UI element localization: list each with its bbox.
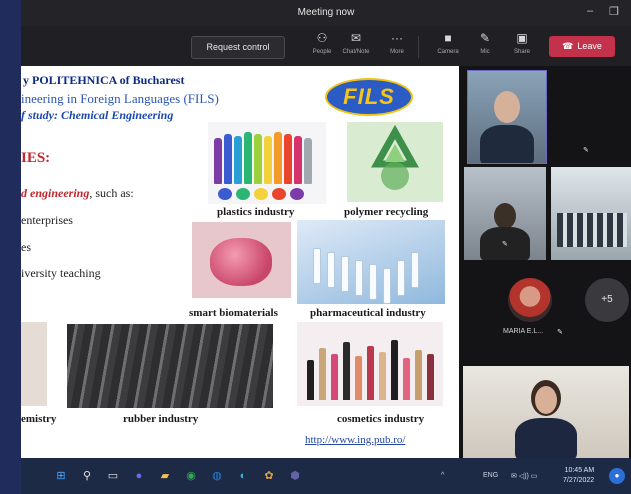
recycling-image	[347, 122, 443, 202]
caption-pharma: pharmaceutical industry	[310, 307, 426, 319]
tray-chevron-icon[interactable]: ^	[441, 472, 444, 479]
toolbar-divider	[418, 36, 419, 58]
notification-icon[interactable]: ●	[609, 468, 625, 484]
camera-button[interactable]: ■ Camera	[431, 30, 465, 64]
file-explorer-icon[interactable]: ▰	[157, 468, 173, 484]
chat-icon: ✉	[350, 31, 362, 45]
participants-panel: ✎ ✎ +5 MARIA E.L... ✎	[459, 66, 631, 458]
pharma-image	[297, 220, 445, 304]
teams-window: Meeting now – ❐ Request control ⚇ People…	[21, 0, 631, 494]
participant-video-tile[interactable]	[467, 70, 547, 164]
tray-status-icons[interactable]: ✉ ◁)) ▭	[511, 472, 537, 480]
mic-icon: ✎	[583, 147, 589, 154]
mic-icon: ✎	[479, 31, 491, 45]
browser-icon[interactable]: ◉	[183, 468, 199, 484]
slide-university: y POLITEHNICA of Bucharest	[23, 73, 185, 87]
chemistry-image	[21, 322, 47, 406]
chat-button[interactable]: ✉ Chat/Note	[339, 30, 373, 64]
caption-rubber: rubber industry	[123, 413, 199, 425]
cosmetics-image	[297, 322, 443, 406]
camera-icon: ■	[444, 31, 452, 45]
shared-presentation: y POLITEHNICA of Bucharest ineering in F…	[21, 66, 459, 458]
plastics-image	[208, 122, 326, 204]
fils-logo: FILS	[325, 78, 413, 116]
more-button[interactable]: ··· More	[380, 30, 414, 64]
taskbar: ⊞ ⚲ ▭ ● ▰ ◉ ◍ ◐ ✿ ⬢ ^ ENG ✉ ◁)) ▭ 10:45 …	[21, 458, 631, 494]
mic-icon: ✎	[502, 241, 508, 248]
biomaterials-image	[192, 222, 291, 298]
slide-field: f study: Chemical Engineering	[21, 108, 174, 122]
restore-icon[interactable]: ❐	[609, 5, 619, 18]
search-icon[interactable]: ⚲	[79, 468, 95, 484]
phone-hangup-icon: ☎	[562, 41, 574, 51]
rubber-image	[67, 324, 273, 408]
teams-icon[interactable]: ⬢	[287, 468, 303, 484]
mic-button[interactable]: ✎ Mic	[468, 30, 502, 64]
slide-item: enterprises	[21, 213, 73, 227]
caption-biomaterials: smart biomaterials	[189, 307, 278, 319]
more-icon: ···	[391, 31, 403, 45]
slide-faculty: ineering in Foreign Languages (FILS)	[21, 91, 219, 106]
slide-intro: d engineering, such as:	[21, 186, 134, 200]
slide-url-link[interactable]: http://www.ing.pub.ro/	[305, 434, 405, 446]
people-icon: ⚇	[316, 31, 328, 45]
people-button[interactable]: ⚇ People	[305, 30, 339, 64]
caption-plastics: plastics industry	[217, 206, 295, 218]
start-icon[interactable]: ⊞	[53, 468, 69, 484]
participant-video-tile[interactable]	[551, 167, 631, 260]
request-control-button[interactable]: Request control	[191, 36, 285, 59]
language-indicator[interactable]: ENG	[483, 472, 498, 479]
paint-icon[interactable]: ✿	[261, 468, 277, 484]
task-view-icon[interactable]: ▭	[105, 468, 121, 484]
caption-recycling: polymer recycling	[344, 206, 429, 218]
meeting-toolbar: Request control ⚇ People ✉ Chat/Note ···…	[21, 26, 631, 67]
share-button[interactable]: ▣ Share	[505, 30, 539, 64]
share-icon: ▣	[516, 31, 528, 45]
chat-app-icon[interactable]: ●	[131, 468, 147, 484]
participant-video-tile[interactable]	[463, 366, 629, 458]
clock[interactable]: 10:45 AM 7/27/2022	[563, 466, 594, 486]
mic-icon: ✎	[557, 329, 563, 336]
window-title: Meeting now	[297, 7, 355, 18]
leave-label: Leave	[577, 41, 602, 51]
leave-button[interactable]: ☎ Leave	[549, 36, 615, 57]
caption-chemistry: emistry	[21, 413, 57, 425]
title-bar: Meeting now – ❐	[21, 0, 631, 26]
more-participants-button[interactable]: +5	[585, 278, 629, 322]
caption-cosmetics: cosmetics industry	[337, 413, 425, 425]
minimize-icon[interactable]: –	[587, 5, 593, 17]
slide-item: iversity teaching	[21, 266, 101, 280]
slide-heading: IES:	[21, 150, 51, 166]
participant-name: MARIA E.L...	[503, 328, 544, 335]
edge-icon[interactable]: ◐	[235, 468, 251, 484]
store-icon[interactable]: ◍	[209, 468, 225, 484]
avatar[interactable]	[508, 278, 552, 322]
slide-item: es	[21, 240, 31, 254]
